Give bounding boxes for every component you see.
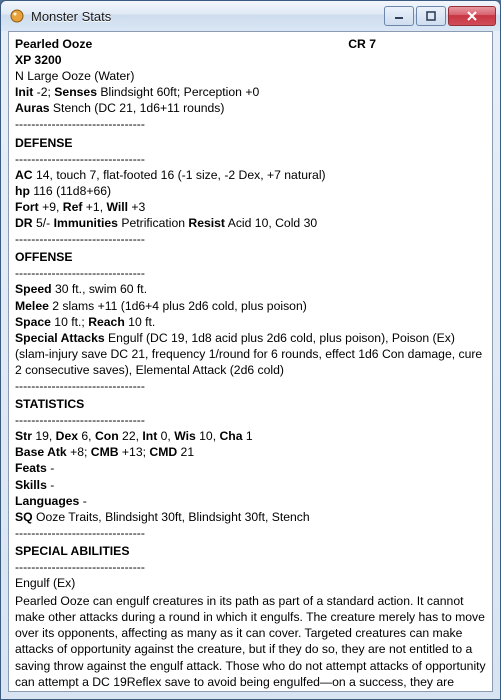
minimize-icon	[394, 11, 404, 21]
saves-line: Fort +9, Ref +1, Will +3	[15, 199, 486, 215]
dr-imm-line: DR 5/- Immunities Petrification Resist A…	[15, 215, 486, 231]
hp-line: hp 116 (11d8+66)	[15, 183, 486, 199]
client-area: Pearled Ooze CR 7 XP 3200 N Large Ooze (…	[8, 31, 493, 692]
statistics-heading: STATISTICS	[15, 396, 486, 412]
separator: --------------------------------	[15, 265, 486, 281]
separator: --------------------------------	[15, 151, 486, 167]
offense-heading: OFFENSE	[15, 249, 486, 265]
speed-line: Speed 30 ft., swim 60 ft.	[15, 281, 486, 297]
window-controls	[384, 6, 496, 26]
engulf-text: Pearled Ooze can engulf creatures in its…	[15, 593, 486, 691]
init-senses-line: Init -2; Senses Blindsight 60ft; Percept…	[15, 84, 486, 100]
feats-line: Feats -	[15, 460, 486, 476]
ac-line: AC 14, touch 7, flat-footed 16 (-1 size,…	[15, 167, 486, 183]
separator: --------------------------------	[15, 412, 486, 428]
titlebar[interactable]: Monster Stats	[1, 1, 500, 31]
languages-line: Languages -	[15, 493, 486, 509]
bab-line: Base Atk +8; CMB +13; CMD 21	[15, 444, 486, 460]
minimize-button[interactable]	[384, 6, 414, 26]
sq-line: SQ Ooze Traits, Blindsight 30ft, Blindsi…	[15, 509, 486, 525]
senses-label: Senses	[54, 85, 97, 99]
app-window: Monster Stats Pearled Ooze CR 7	[0, 0, 501, 700]
header-row: Pearled Ooze CR 7	[15, 36, 486, 52]
maximize-icon	[426, 11, 436, 21]
challenge-rating: CR 7	[348, 36, 486, 52]
separator: --------------------------------	[15, 231, 486, 247]
stat-block: Pearled Ooze CR 7 XP 3200 N Large Ooze (…	[9, 32, 492, 691]
space-reach-line: Space 10 ft.; Reach 10 ft.	[15, 314, 486, 330]
creature-name: Pearled Ooze	[15, 36, 92, 52]
xp-line: XP 3200	[15, 52, 486, 68]
ability-scores-line: Str 19, Dex 6, Con 22, Int 0, Wis 10, Ch…	[15, 428, 486, 444]
engulf-name: Engulf (Ex)	[15, 575, 486, 591]
separator: --------------------------------	[15, 116, 486, 132]
type-line: N Large Ooze (Water)	[15, 68, 486, 84]
defense-heading: DEFENSE	[15, 135, 486, 151]
auras-label: Auras	[15, 101, 50, 115]
maximize-button[interactable]	[416, 6, 446, 26]
special-abilities-heading: SPECIAL ABILITIES	[15, 543, 486, 559]
melee-line: Melee 2 slams +11 (1d6+4 plus 2d6 cold, …	[15, 298, 486, 314]
separator: --------------------------------	[15, 378, 486, 394]
special-attacks-line: Special Attacks Engulf (DC 19, 1d8 acid …	[15, 330, 486, 378]
app-icon	[9, 8, 25, 24]
close-button[interactable]	[448, 6, 496, 26]
separator: --------------------------------	[15, 559, 486, 575]
init-label: Init	[15, 85, 33, 99]
separator: --------------------------------	[15, 525, 486, 541]
skills-line: Skills -	[15, 477, 486, 493]
close-icon	[466, 11, 478, 21]
auras-line: Auras Stench (DC 21, 1d6+11 rounds)	[15, 100, 486, 116]
window-title: Monster Stats	[31, 9, 384, 24]
